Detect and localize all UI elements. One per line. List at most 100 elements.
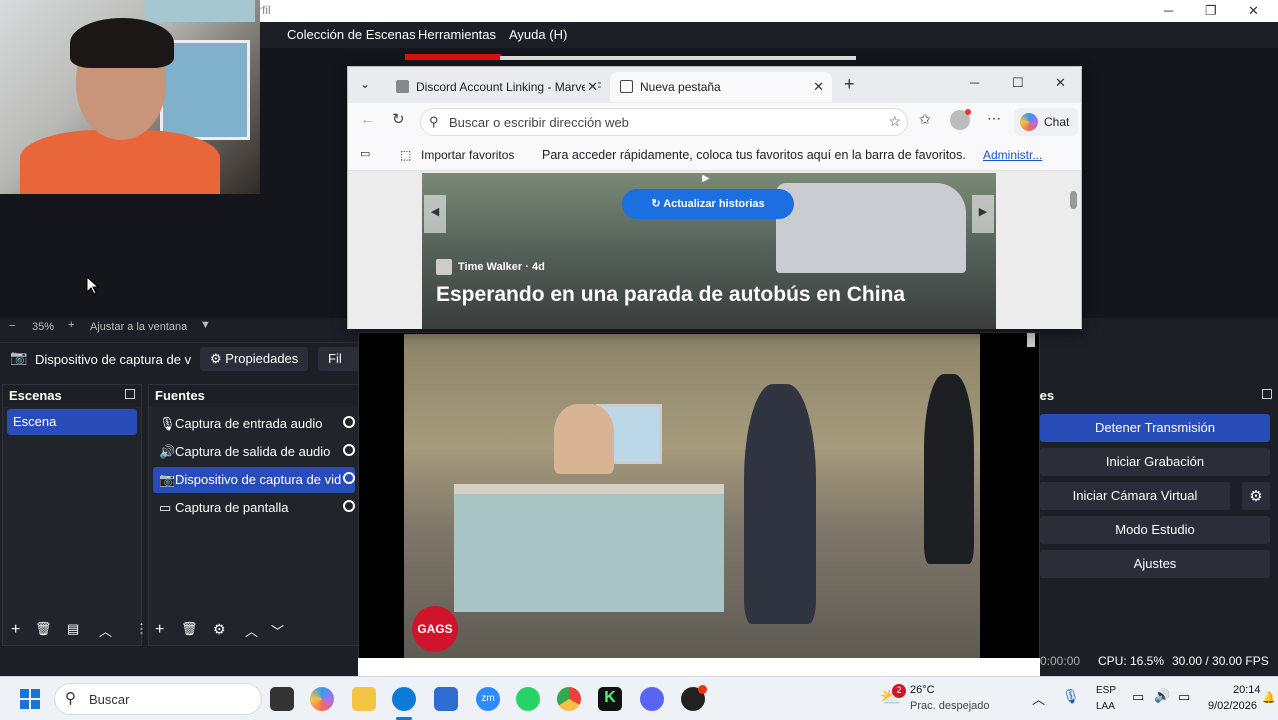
whatsapp-icon[interactable] — [516, 687, 540, 711]
eye-icon[interactable] — [343, 472, 355, 484]
filters-button[interactable]: Fil — [318, 347, 360, 371]
close-icon[interactable]: ✕ — [1248, 3, 1259, 19]
close-icon[interactable]: ✕ — [1055, 75, 1066, 91]
add-icon[interactable]: + — [11, 621, 20, 639]
volume-icon[interactable]: 🔊 — [1154, 688, 1170, 704]
clock-time[interactable]: 20:14 — [1233, 684, 1261, 696]
scrollbar-thumb[interactable] — [1070, 191, 1077, 209]
news-card[interactable]: ◀ ▶ ▶ ↻ Actualizar historias Time Walker… — [422, 173, 996, 329]
source-item[interactable]: 🔊Captura de salida de audio — [153, 439, 355, 465]
zoom-bar: − 35% + Ajustar a la ventana ▼ — [0, 318, 360, 336]
close-tab-icon[interactable]: ✕ — [585, 79, 598, 95]
back-icon[interactable]: ← — [360, 111, 375, 128]
sources-footer: + 🗑 ⚙ ︿ ﹀ — [149, 615, 359, 645]
dock-float-icon[interactable] — [1262, 389, 1272, 399]
taskbar-search[interactable]: ⚲ Buscar — [54, 683, 262, 715]
add-icon[interactable]: + — [155, 621, 164, 639]
chevron-down-icon[interactable]: ﹀ — [271, 621, 284, 640]
chevron-up-icon[interactable]: ︿ — [1032, 689, 1045, 708]
new-tab-icon[interactable]: + — [844, 74, 855, 95]
eye-icon[interactable] — [343, 500, 355, 512]
menu-help[interactable]: Ayuda (H) — [509, 27, 567, 42]
scrollbar[interactable] — [1069, 173, 1079, 327]
restore-icon[interactable]: ❐ — [1205, 3, 1217, 19]
chevron-up-icon[interactable]: ︿ — [99, 621, 112, 640]
tab-new[interactable]: Nueva pestaña ✕ — [610, 72, 832, 102]
zoom-icon[interactable]: zm — [476, 687, 500, 711]
trash-icon[interactable]: 🗑 — [181, 621, 198, 637]
tab-discord[interactable]: Discord Account Linking - Marvel F ✕ — [386, 72, 606, 102]
chevron-up-icon[interactable]: ︿ — [245, 621, 258, 640]
scene-item[interactable]: Escena — [7, 409, 137, 435]
favorites-bar: ▭ ⬚ Importar favoritos Para acceder rápi… — [348, 139, 1081, 171]
task-view-icon[interactable] — [270, 687, 294, 711]
source-item[interactable]: 📷Dispositivo de captura de vid — [153, 467, 355, 493]
manage-favorites-link[interactable]: Administr... — [983, 148, 1042, 162]
kick-icon[interactable]: K — [598, 687, 622, 711]
start-icon[interactable] — [20, 689, 40, 709]
start-recording-button[interactable]: Iniciar Grabación — [1040, 448, 1270, 476]
address-bar[interactable]: ⚲ Buscar o escribir dirección web ☆ — [420, 108, 908, 136]
menu-tools[interactable]: Herramientas — [418, 27, 496, 42]
network-icon[interactable]: ▭ — [1132, 689, 1144, 705]
trash-icon[interactable]: 🗑 — [35, 621, 52, 637]
gear-icon[interactable]: ⚙ — [213, 621, 226, 638]
clock-date[interactable]: 9/02/2026 — [1208, 700, 1257, 712]
selection-handle[interactable] — [405, 54, 501, 60]
minimize-icon[interactable]: ─ — [970, 75, 979, 90]
notifications-icon[interactable]: 🔔 — [1262, 691, 1276, 704]
start-virtual-camera-button[interactable]: Iniciar Cámara Virtual — [1040, 482, 1230, 510]
language-line1[interactable]: ESP — [1096, 685, 1116, 696]
zoom-in-button[interactable]: + — [68, 319, 74, 331]
source-item[interactable]: 🎙Captura de entrada audio — [153, 411, 355, 437]
collections-icon[interactable]: ▭ — [360, 147, 370, 160]
star-icon[interactable]: ☆ — [888, 113, 901, 130]
chat-button[interactable]: Chat — [1014, 108, 1078, 136]
import-favorites-link[interactable]: Importar favoritos — [421, 148, 514, 162]
source-item[interactable]: ▭ Captura de pantalla — [153, 495, 355, 521]
studio-mode-button[interactable]: Modo Estudio — [1040, 516, 1270, 544]
zoom-out-button[interactable]: − — [9, 320, 15, 332]
weather-widget[interactable]: ⛅ 2 — [880, 684, 906, 710]
weather-temp: 26°C — [910, 684, 935, 696]
menu-icon[interactable]: ⋯ — [987, 110, 1001, 127]
store-icon[interactable] — [434, 687, 458, 711]
eye-icon[interactable] — [343, 416, 355, 428]
properties-button[interactable]: ⚙ Propiedades — [200, 347, 309, 371]
microphone-icon[interactable]: 🎙 — [1062, 688, 1080, 705]
discord-icon[interactable] — [640, 687, 664, 711]
settings-button[interactable]: Ajustes — [1040, 550, 1270, 578]
gags-logo: GAGS — [412, 606, 458, 652]
weather-badge: 2 — [892, 684, 906, 698]
minimize-icon[interactable]: ─ — [1164, 3, 1173, 18]
close-tab-icon[interactable]: ✕ — [813, 79, 824, 95]
chevron-left-icon[interactable]: ◀ — [424, 195, 446, 233]
refresh-stories-button[interactable]: ↻ Actualizar historias — [622, 189, 794, 219]
dock-float-icon[interactable] — [125, 389, 135, 399]
maximize-icon[interactable]: ☐ — [1012, 75, 1024, 91]
copilot-icon[interactable] — [310, 687, 334, 711]
chevron-down-icon[interactable]: ▼ — [200, 319, 211, 331]
cpu-usage: CPU: 16.5% — [1098, 654, 1165, 668]
tab-actions-icon[interactable]: ⌄ — [360, 77, 370, 91]
battery-icon[interactable]: ▭ — [1178, 689, 1190, 705]
news-title[interactable]: Esperando en una parada de autobús en Ch… — [436, 283, 905, 307]
chevron-right-icon[interactable]: ▶ — [972, 195, 994, 233]
scrollbar-thumb[interactable] — [1027, 333, 1035, 347]
stop-stream-button[interactable]: Detener Transmisión — [1040, 414, 1270, 442]
favorites-hint: Para acceder rápidamente, coloca tus fav… — [542, 148, 966, 162]
filter-icon[interactable]: ▤ — [67, 621, 79, 637]
eye-icon[interactable] — [343, 444, 355, 456]
chrome-icon[interactable] — [557, 687, 581, 711]
gear-icon[interactable]: ⚙ — [1242, 482, 1270, 510]
fit-window-label[interactable]: Ajustar a la ventana — [90, 321, 187, 333]
edge-icon[interactable] — [392, 687, 416, 711]
favorites-icon[interactable]: ✩ — [919, 111, 931, 128]
refresh-icon[interactable]: ↻ — [392, 110, 405, 128]
menu-scene-collection[interactable]: Colección de Escenas — [287, 27, 416, 42]
play-icon[interactable]: ▶ — [702, 173, 722, 184]
language-line2[interactable]: LAA — [1096, 701, 1115, 712]
more-icon[interactable]: ⋮ — [135, 621, 148, 637]
file-explorer-icon[interactable] — [352, 687, 376, 711]
search-icon: ⚲ — [429, 114, 439, 129]
